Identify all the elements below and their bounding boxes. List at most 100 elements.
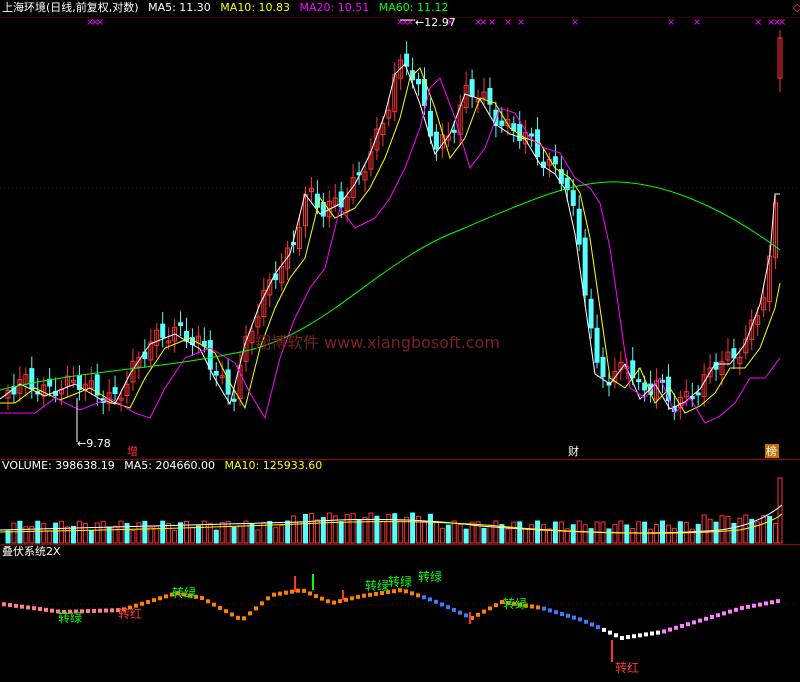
indicator-dot (296, 588, 300, 593)
candle (552, 156, 558, 165)
ma10-line (0, 67, 781, 414)
low-annotation: ←9.78 (77, 437, 111, 450)
indicator-dot (428, 597, 432, 602)
indicator-dot (230, 612, 234, 617)
volume-bar (65, 526, 70, 544)
indicator-dot (416, 593, 420, 598)
volume-bar (505, 528, 511, 544)
candle (695, 392, 701, 396)
indicator-dot (332, 600, 336, 605)
candle (213, 370, 219, 376)
volume-bar (76, 520, 82, 544)
volume-bar (82, 522, 88, 544)
indicator-dot (662, 629, 666, 634)
indicator-dot (164, 594, 168, 599)
indicator-dot (590, 622, 594, 627)
indicator-dot (140, 601, 144, 606)
volume-bar (219, 522, 225, 544)
indicator-dot (254, 606, 258, 611)
volume-bar (47, 530, 53, 544)
volume-bar (356, 519, 362, 544)
candle (642, 382, 648, 391)
indicator-dot (368, 592, 372, 597)
volume-bar (249, 523, 255, 544)
volume-bar (178, 522, 184, 544)
volume-bar (362, 516, 368, 544)
ma20-line (0, 77, 781, 424)
volume-bar (777, 477, 783, 544)
ma5-indicator: MA5: 11.30 (148, 1, 211, 14)
indicator-dot (356, 594, 360, 599)
volume-bar (624, 524, 630, 544)
volume-bar (213, 529, 219, 544)
candle (594, 327, 600, 363)
signal-marker: × (504, 17, 512, 28)
signal-marker: × (693, 17, 701, 28)
indicator-dot (656, 630, 660, 635)
volume-bar (427, 513, 433, 544)
indicator-dot (758, 602, 762, 607)
volume-ma5-indicator: MA5: 204660.00 (124, 459, 215, 472)
indicator-dot (92, 608, 96, 613)
candle (576, 208, 582, 245)
signal-label: 转红 (118, 606, 142, 621)
candle (29, 368, 35, 390)
volume-bar (118, 520, 124, 544)
indicator-dot (728, 609, 732, 614)
volume-bar (404, 516, 410, 544)
indicator-dot (776, 599, 780, 604)
indicator-dot (302, 588, 306, 593)
indicator-dot (566, 613, 570, 618)
indicator-dot (158, 596, 162, 601)
indicator-dot (272, 592, 276, 597)
indicator-title: 叠伏系统2X (2, 545, 61, 558)
indicator-dot (320, 596, 324, 601)
volume-bar (535, 520, 541, 544)
candle (160, 323, 166, 338)
indicator-dot (236, 615, 240, 620)
indicator-dot (278, 591, 282, 596)
volume-ma10-indicator: MA10: 125933.60 (224, 459, 323, 472)
signal-label: 转绿 (172, 585, 196, 600)
indicator-dot (440, 602, 444, 607)
indicator-dot (38, 607, 42, 612)
volume-bar (529, 524, 535, 544)
indicator-dot (248, 611, 252, 616)
indicator-dot (554, 610, 558, 615)
volume-bar (660, 520, 665, 544)
indicator-dot (20, 604, 24, 609)
indicator-dot (476, 612, 480, 617)
volume-bar (166, 523, 172, 544)
volume-bar (731, 522, 737, 544)
indicator-dot (704, 616, 708, 621)
volume-bar (100, 520, 106, 544)
volume-bar (773, 523, 779, 544)
candle (499, 120, 505, 126)
volume-bar (558, 521, 564, 544)
indicator-dot (650, 631, 654, 636)
volume-bar (273, 527, 279, 544)
volume-bar (457, 523, 463, 544)
volume-bar (11, 522, 17, 544)
indicator-dot (86, 609, 90, 614)
indicator-dot (746, 604, 750, 609)
indicator-dot (326, 599, 330, 604)
indicator-dot (26, 605, 30, 610)
indicator-dot (104, 608, 108, 613)
signal-label: 转红 (615, 660, 639, 675)
indicator-dot (446, 605, 450, 610)
candle (529, 133, 535, 137)
indicator-dot (260, 601, 264, 606)
volume-bar (255, 529, 261, 544)
signal-marker: × (488, 17, 496, 28)
volume-bar (53, 522, 59, 544)
indicator-dot (464, 613, 468, 618)
signal-label: 转绿 (388, 574, 412, 589)
indicator-dot (536, 605, 540, 610)
volume-bar (41, 522, 47, 544)
price-header: 上海环境(日线,前复权,对数) MA5: 11.30 MA10: 10.83 M… (2, 1, 454, 15)
volume-bar (94, 522, 100, 544)
volume-indicator: VOLUME: 398638.19 (2, 459, 115, 472)
indicator-dot (98, 608, 102, 613)
volume-bar (172, 529, 178, 544)
